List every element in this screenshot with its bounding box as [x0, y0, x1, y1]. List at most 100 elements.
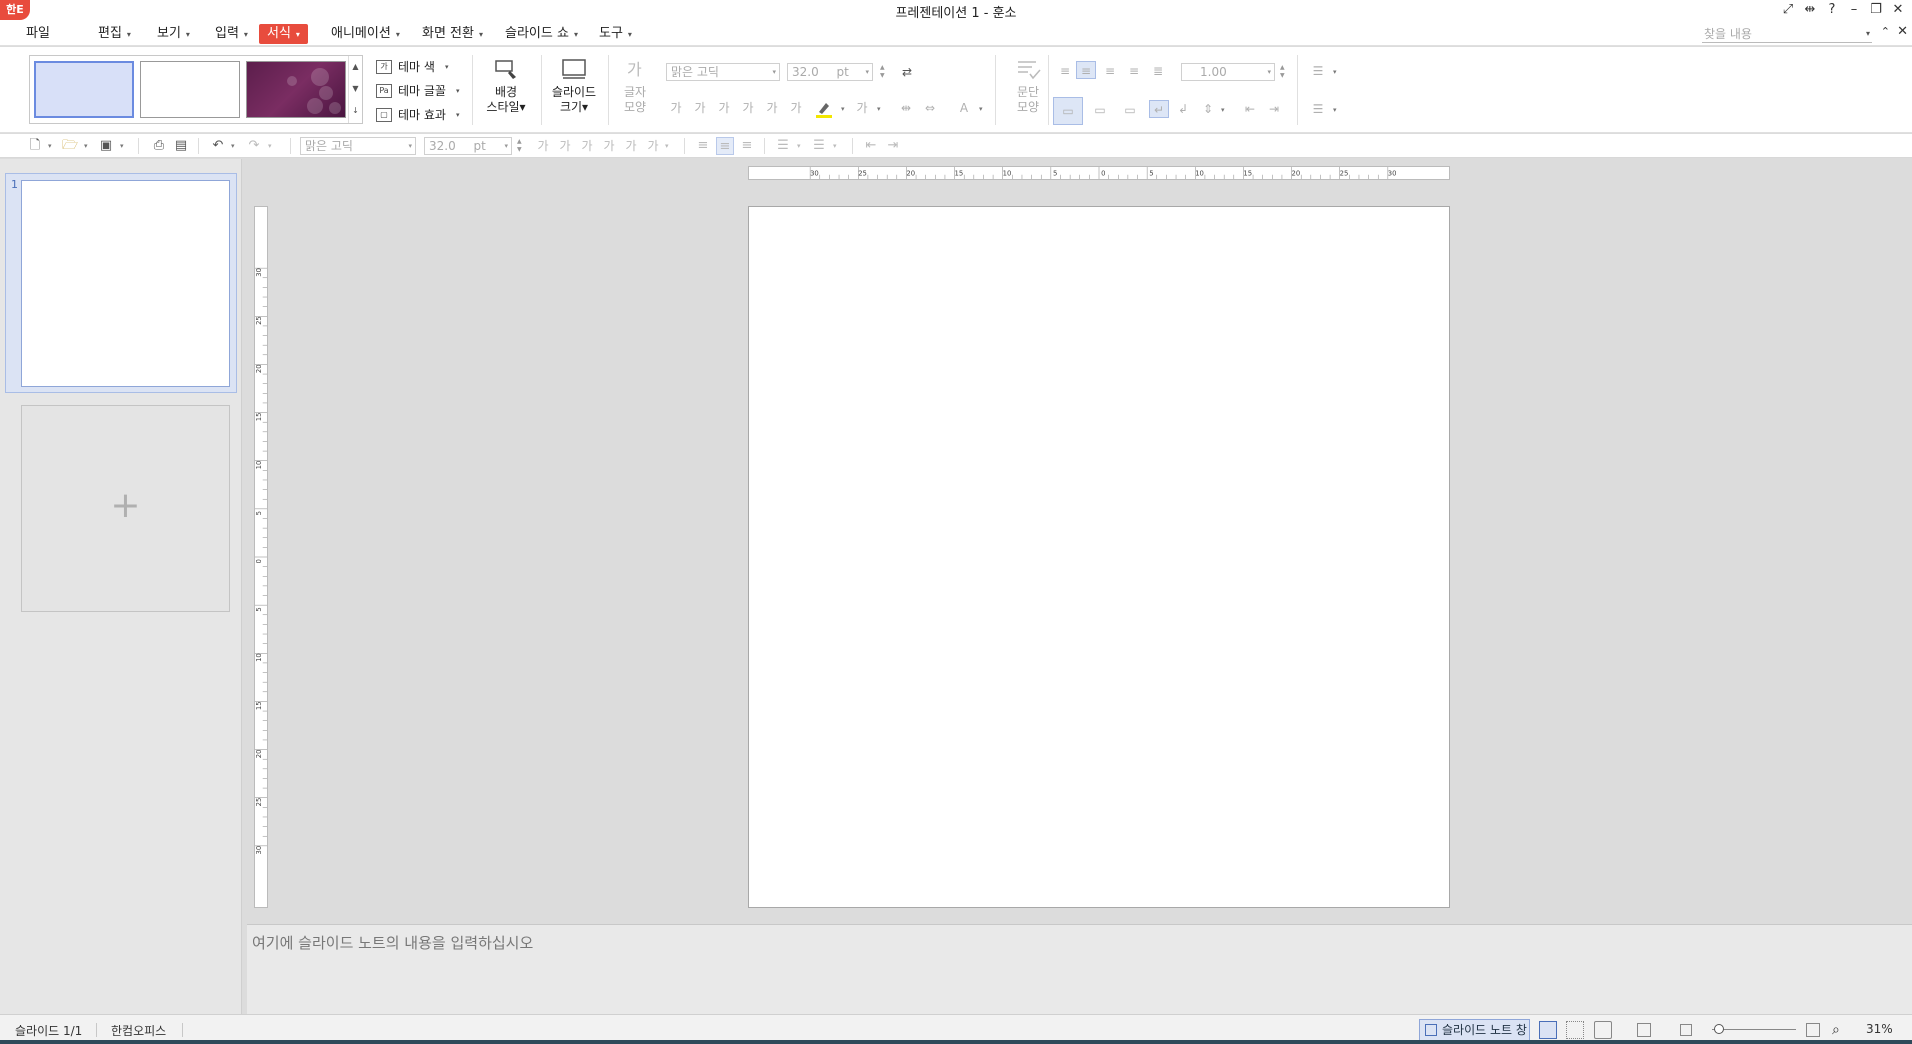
indent-decrease-icon[interactable]: ⇤: [1240, 100, 1260, 118]
menu-view[interactable]: 보기 ▾: [153, 24, 194, 44]
align-left-icon[interactable]: ≡: [694, 137, 712, 155]
bullet-list-icon[interactable]: ☰: [1308, 62, 1328, 80]
theme-thumb-purple[interactable]: [246, 61, 346, 118]
add-slide-button[interactable]: +: [21, 405, 230, 612]
menu-format[interactable]: 서식 ▾: [259, 24, 308, 44]
font-size-input[interactable]: 32.0 pt ▾: [787, 63, 873, 81]
menu-transition[interactable]: 화면 전환 ▾: [418, 24, 487, 44]
indent-increase-icon[interactable]: ⇥: [1264, 100, 1284, 118]
chevron-down-icon[interactable]: ▾: [841, 100, 845, 118]
chevron-down-icon[interactable]: ▾: [1221, 101, 1225, 119]
background-style-button[interactable]: 배경 스타일▾: [478, 57, 534, 115]
italic-icon[interactable]: 가: [556, 137, 574, 155]
zoom-out-icon[interactable]: [1680, 1024, 1692, 1036]
font-color-icon[interactable]: 가: [644, 137, 662, 155]
close-document-button[interactable]: ✕: [1897, 24, 1908, 39]
theme-thumb-default[interactable]: [34, 61, 134, 118]
open-folder-icon[interactable]: 🗁: [61, 137, 79, 155]
zoom-in-icon[interactable]: [1806, 1023, 1820, 1037]
font-size-spinner[interactable]: ▲ ▼: [880, 64, 885, 80]
horizontal-ruler[interactable]: 30 25 20 15 10 5 0 5 10 15 20 25 30: [748, 166, 1450, 180]
font-size-spinner-2[interactable]: ▲ ▼: [517, 138, 522, 154]
numbered-list-icon[interactable]: ☰: [1308, 100, 1328, 118]
scroll-up-icon[interactable]: ▲: [349, 56, 362, 78]
close-window-button[interactable]: ✕: [1888, 1, 1908, 19]
superscript-icon[interactable]: 가: [762, 99, 782, 117]
save-icon[interactable]: ▣: [97, 137, 115, 155]
align-right-icon[interactable]: ≡: [1100, 62, 1120, 80]
redo-icon[interactable]: ↷: [245, 137, 263, 155]
valign-bottom-icon[interactable]: ▭: [1120, 101, 1140, 119]
chevron-down-icon[interactable]: ▾: [1333, 63, 1337, 81]
menu-file[interactable]: 파일: [22, 24, 54, 44]
subscript-icon[interactable]: 가: [786, 99, 806, 117]
chevron-down-icon[interactable]: ▾: [84, 137, 88, 155]
align-right-icon[interactable]: ≡: [738, 137, 756, 155]
zoom-slider-track[interactable]: [1712, 1029, 1796, 1030]
align-distribute-icon[interactable]: ≣: [1148, 62, 1168, 80]
search-input[interactable]: 찾을 내용 ▾: [1702, 25, 1872, 43]
char-shape-button[interactable]: 가 글자 모양: [607, 57, 663, 115]
highlight-pen-icon[interactable]: [815, 100, 833, 118]
collapse-ribbon-icon[interactable]: ⌃: [1881, 25, 1890, 38]
text-case-icon[interactable]: A: [954, 99, 974, 117]
zoom-slider-knob[interactable]: [1714, 1024, 1724, 1034]
line-spacing-select[interactable]: 1.00 ▾: [1181, 63, 1275, 81]
theme-thumb-white[interactable]: [140, 61, 240, 118]
numbered-list-icon[interactable]: ☰: [810, 137, 828, 155]
fullscreen-icon[interactable]: ⤢: [1778, 1, 1798, 19]
notes-pane-toggle[interactable]: 슬라이드 노트 창: [1419, 1019, 1530, 1041]
theme-color-button[interactable]: 가 테마 색 ▾: [376, 55, 466, 79]
chevron-down-icon[interactable]: ▾: [877, 100, 881, 118]
char-width-icon[interactable]: ⇔: [920, 99, 940, 117]
indent-increase-icon[interactable]: ⇥: [884, 137, 902, 155]
underline-icon[interactable]: 가: [578, 137, 596, 155]
strikethrough-icon[interactable]: 가: [738, 99, 758, 117]
chevron-down-icon[interactable]: ▾: [665, 137, 669, 155]
menu-tools[interactable]: 도구 ▾: [595, 24, 636, 44]
indent-decrease-icon[interactable]: ⇤: [862, 137, 880, 155]
zoom-search-icon[interactable]: ⌕: [1832, 1022, 1840, 1038]
theme-font-button[interactable]: Pa 테마 글꼴 ▾: [376, 79, 466, 103]
align-center-icon[interactable]: ≡: [716, 137, 734, 155]
text-direction-icon[interactable]: ↵: [1149, 100, 1169, 118]
slide-canvas[interactable]: [748, 206, 1450, 908]
font-name-select-2[interactable]: 맑은 고딕 ▾: [300, 137, 416, 155]
char-spacing-icon[interactable]: ⇹: [896, 99, 916, 117]
valign-middle-icon[interactable]: ▭: [1090, 101, 1110, 119]
slide-thumbnail-selected[interactable]: 1: [5, 173, 237, 393]
slide-notes-pane[interactable]: 여기에 슬라이드 노트의 내용을 입력하십시오: [247, 924, 1912, 1014]
align-justify-icon[interactable]: ≡: [1124, 62, 1144, 80]
underline-icon[interactable]: 가: [714, 99, 734, 117]
chevron-down-icon[interactable]: ▾: [797, 137, 801, 155]
font-size-input-2[interactable]: 32.0 pt ▾: [424, 137, 512, 155]
slide-thumbnail[interactable]: [21, 180, 230, 387]
bold-icon[interactable]: 가: [534, 137, 552, 155]
chevron-down-icon[interactable]: ▾: [1866, 25, 1870, 43]
font-name-select[interactable]: 맑은 고딕 ▾: [666, 63, 780, 81]
font-swap-icon[interactable]: ⇄: [897, 63, 917, 81]
print-icon[interactable]: ⎙: [150, 137, 168, 155]
resize-icon[interactable]: ⇹: [1800, 1, 1820, 19]
chevron-down-icon[interactable]: ▾: [1333, 101, 1337, 119]
bold-icon[interactable]: 가: [666, 99, 686, 117]
theme-effect-button[interactable]: ▢ 테마 효과 ▾: [376, 103, 466, 127]
print-preview-icon[interactable]: ▤: [172, 137, 190, 155]
align-left-icon[interactable]: ≡: [1055, 62, 1075, 80]
gallery-expand-icon[interactable]: ↓: [349, 100, 362, 122]
chevron-down-icon[interactable]: ▾: [268, 137, 272, 155]
new-document-icon[interactable]: 🗋: [26, 137, 44, 155]
slide-size-button[interactable]: 슬라이드 크기▾: [546, 57, 602, 115]
wrap-text-icon[interactable]: ↲: [1173, 100, 1193, 118]
align-center-icon[interactable]: ≡: [1076, 61, 1096, 79]
text-fit-icon[interactable]: ⇕: [1198, 100, 1218, 118]
slideshow-view-icon[interactable]: [1594, 1021, 1612, 1039]
slide-sorter-icon[interactable]: [1566, 1021, 1584, 1039]
restore-button[interactable]: ❐: [1866, 1, 1886, 19]
chevron-down-icon[interactable]: ▾: [48, 137, 52, 155]
menu-animation[interactable]: 애니메이션 ▾: [327, 24, 404, 44]
scroll-down-icon[interactable]: ▼: [349, 78, 362, 100]
superscript-icon[interactable]: 가: [600, 137, 618, 155]
minimize-button[interactable]: –: [1844, 1, 1864, 19]
normal-view-icon[interactable]: [1539, 1021, 1557, 1039]
